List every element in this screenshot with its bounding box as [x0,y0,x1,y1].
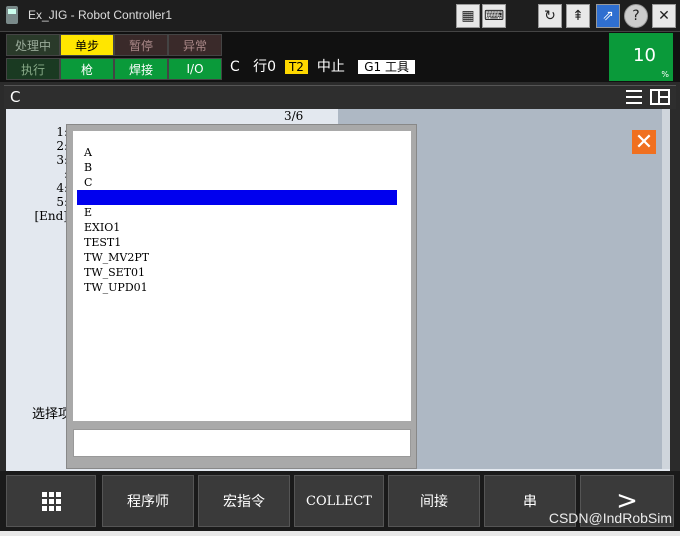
program-select-popup: A B C D E EXIO1 TEST1 TW_MV2PT TW_SET01 … [66,124,417,469]
status-gun: 枪 [60,58,114,80]
page-indicator: 3/6 [284,109,304,123]
frame-badge: G1 工具 [358,60,415,74]
status-pause: 暂停 [114,34,168,56]
status-step: 单步 [60,34,114,56]
list-item[interactable]: E [77,205,397,220]
status-state: 中止 [316,59,345,75]
line-number: [End] [34,209,68,223]
close-popup-button[interactable]: ✕ [632,130,656,155]
line-numbers: 1: 2: 3: : 4: 5: [End] [34,125,68,223]
list-item[interactable]: A [77,145,397,160]
line-number: 3: [56,153,68,167]
list-item[interactable]: B [77,160,397,175]
line-number: 5: [56,195,68,209]
help-icon[interactable]: ? [624,4,648,28]
fkey-collect[interactable]: COLLECT [294,475,384,527]
list-item[interactable]: TW_SET01 [77,265,397,280]
window-title: Ex_JIG - Robot Controller1 [28,8,173,22]
close-icon[interactable]: ✕ [652,4,676,28]
jog-icon[interactable]: ⇞ [566,4,590,28]
program-list: A B C D E EXIO1 TEST1 TW_MV2PT TW_SET01 … [73,131,411,421]
line-number: 1: [56,125,68,139]
list-item[interactable]: TW_UPD01 [77,280,397,295]
status-program: C [230,59,240,75]
grid-icon [41,491,61,511]
line-number: 2: [56,139,68,153]
app-icon [6,6,18,24]
fkey-macro[interactable]: 宏指令 [198,475,290,527]
watermark: CSDN@IndRobSim [548,510,672,526]
refresh-icon[interactable]: ↻ [538,4,562,28]
keypad-icon[interactable]: ▦ [456,4,480,28]
list-item[interactable]: TW_MV2PT [77,250,397,265]
screen-title: C [10,88,21,106]
list-item-selected[interactable]: D [77,190,397,205]
screen-header: C [4,85,676,109]
status-running: 执行 [6,58,60,80]
line-number: 4: [56,181,68,195]
function-key-bar: 程序师 宏指令 COLLECT 间接 串 > CSDN@IndRobSim [0,471,680,536]
override-indicator[interactable]: 10 % [609,33,673,81]
menu-icon[interactable] [626,90,642,104]
input-field[interactable] [73,429,411,457]
mode-badge: T2 [284,60,308,74]
title-bar: Ex_JIG - Robot Controller1 ▦ ⌨ ↻ ⇞ ⇗ ? ✕ [0,0,680,32]
list-item[interactable]: C [77,175,397,190]
status-panel: 处理中 单步 暂停 异常 执行 枪 焊接 I/O C 行0 T2 中止 G1 工… [0,32,680,82]
fkey-programmer[interactable]: 程序师 [102,475,194,527]
keyboard-icon[interactable]: ⌨ [482,4,506,28]
status-line-number: 行0 [253,59,277,75]
list-item[interactable]: EXIO1 [77,220,397,235]
override-value: 10 [633,45,656,66]
status-weld: 焊接 [114,58,168,80]
line-number: : [34,167,68,181]
bottom-strip [0,531,680,536]
scrollbar[interactable] [662,109,670,469]
external-link-icon[interactable]: ⇗ [596,4,620,28]
list-item[interactable]: TEST1 [77,235,397,250]
override-unit: % [661,70,669,79]
status-line: C 行0 T2 中止 G1 工具 [230,56,415,76]
status-io: I/O [168,58,222,80]
status-processing: 处理中 [6,34,60,56]
split-screen-icon[interactable] [650,89,670,105]
status-fault: 异常 [168,34,222,56]
grid-menu-button[interactable] [6,475,96,527]
fkey-indirect[interactable]: 间接 [388,475,480,527]
